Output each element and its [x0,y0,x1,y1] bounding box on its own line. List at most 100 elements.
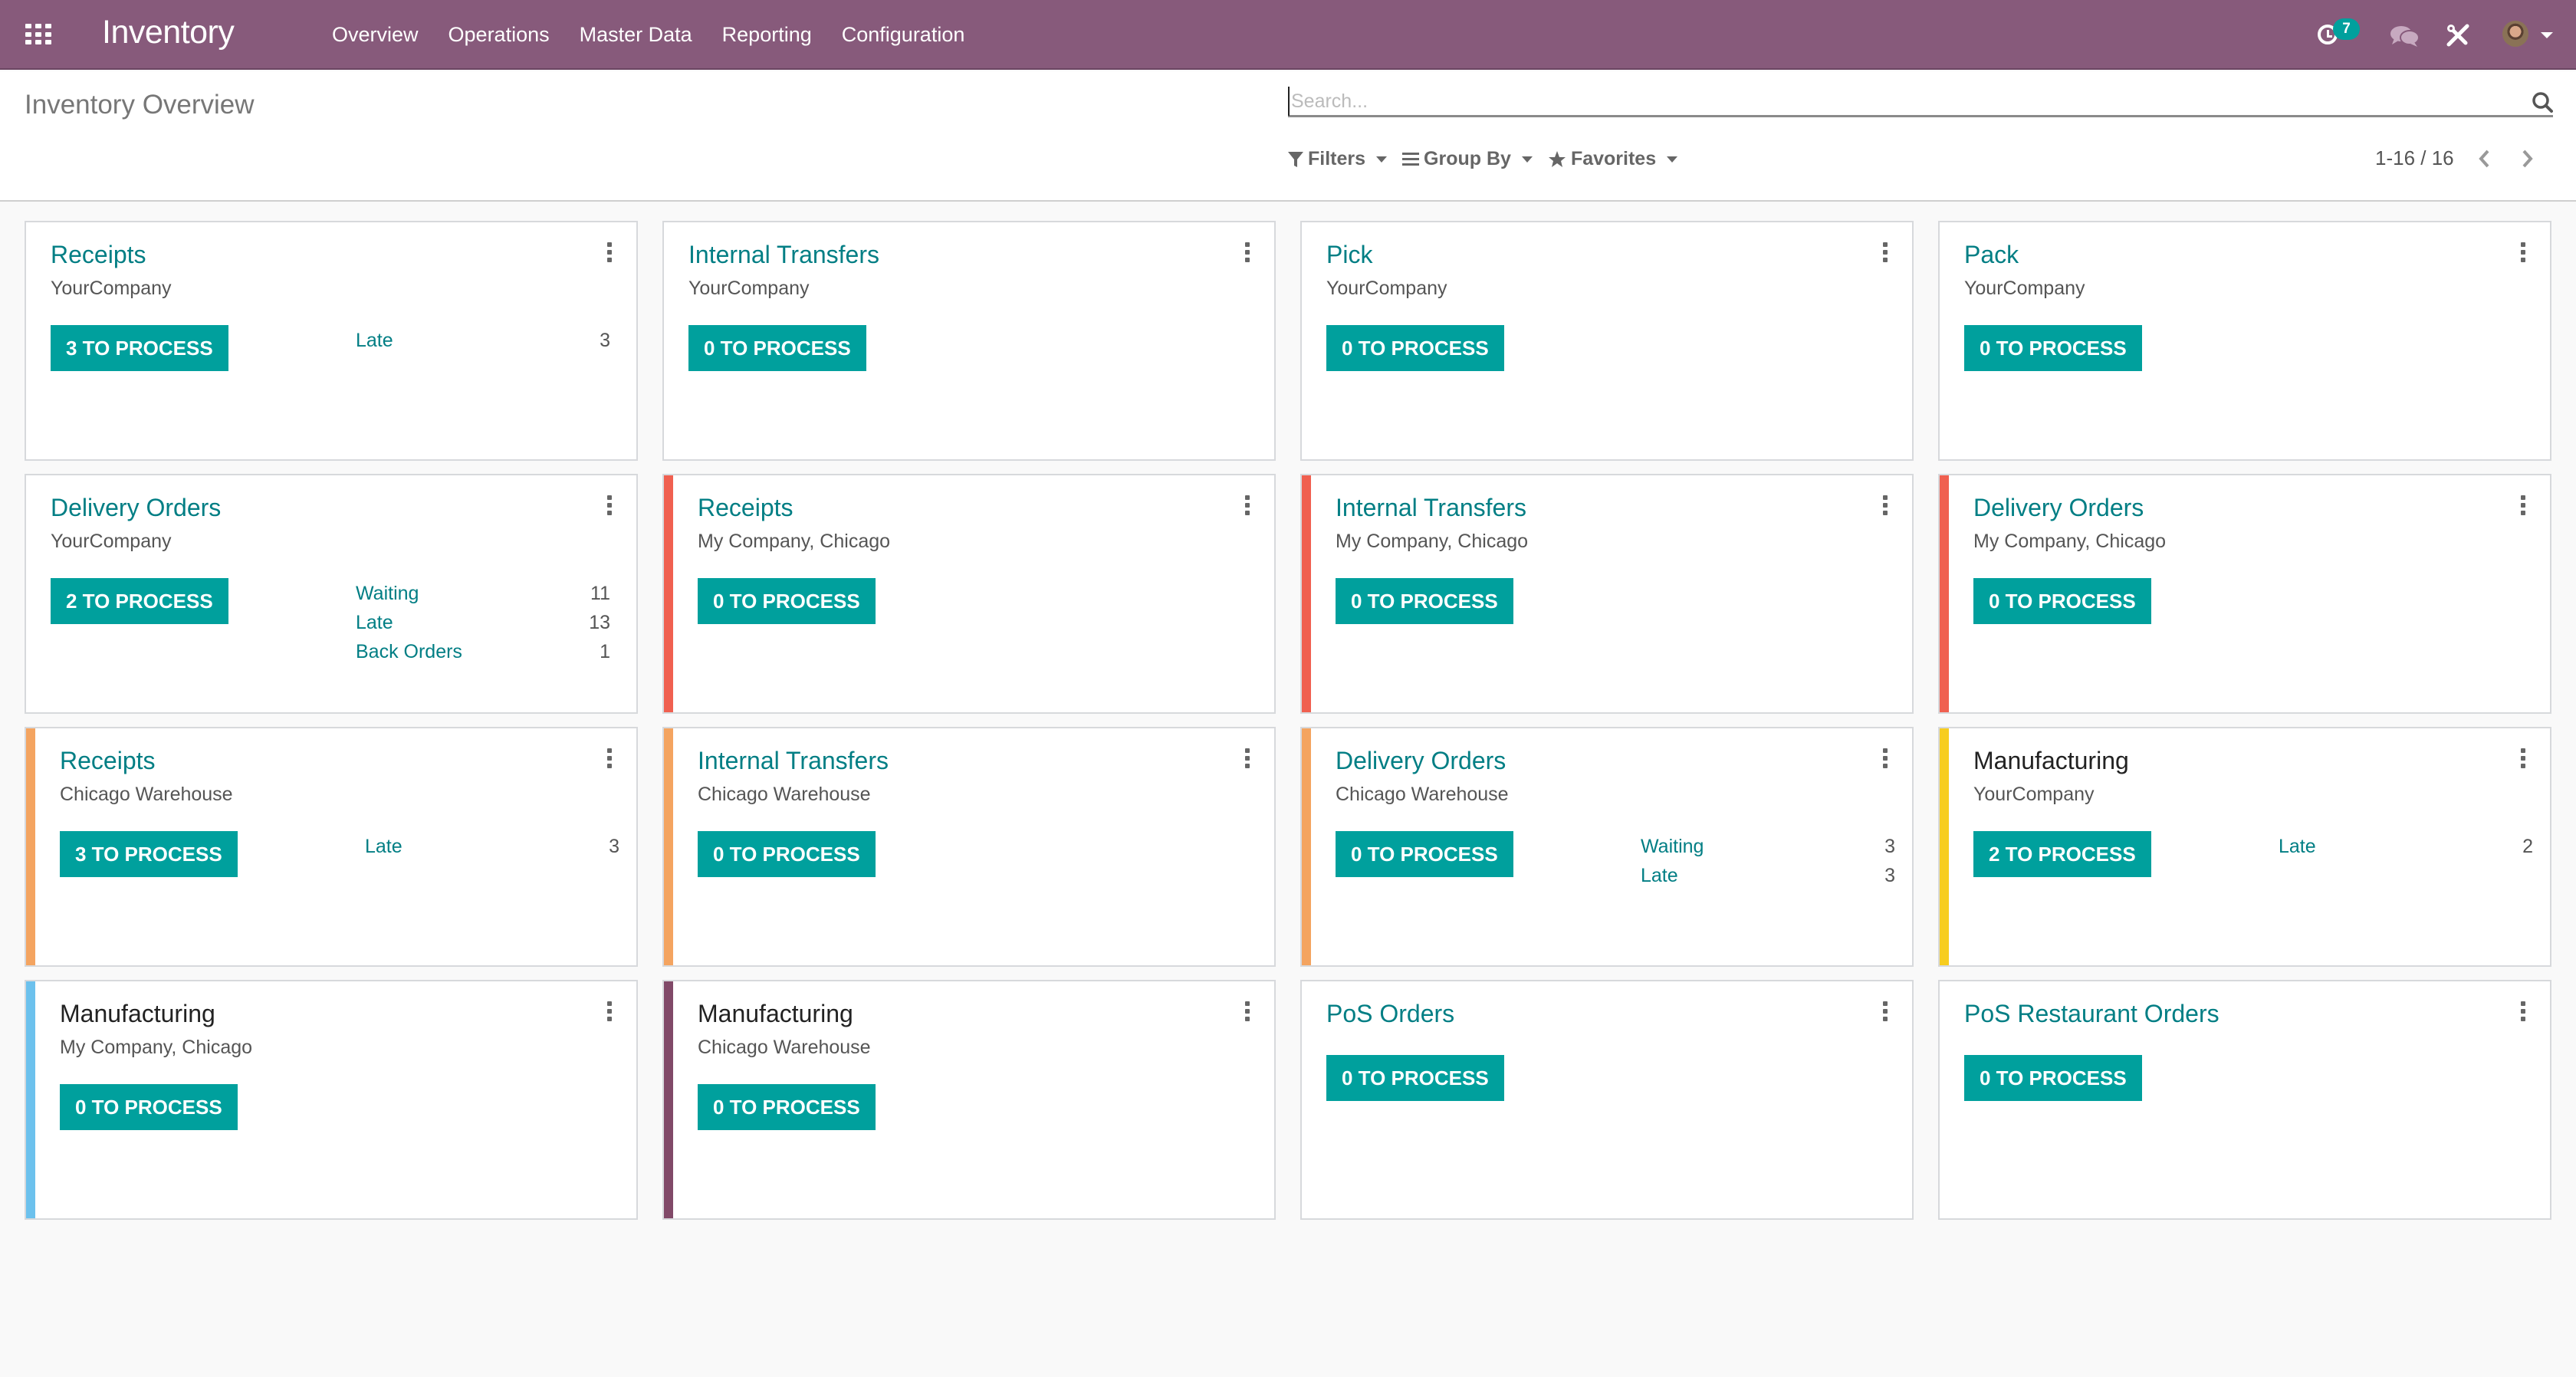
to-process-button[interactable]: 2 TO PROCESS [51,578,228,624]
pager-previous-icon[interactable] [2475,148,2495,169]
stat-label[interactable]: Waiting [1641,836,1704,858]
stat-label[interactable]: Late [356,612,393,634]
search-icon[interactable] [2532,91,2553,113]
card-menu-icon[interactable] [2518,241,2528,264]
search-input[interactable] [1288,87,2515,116]
card-title[interactable]: Delivery Orders [1973,494,2144,522]
card-menu-icon[interactable] [1880,1000,1891,1023]
card-title[interactable]: Internal Transfers [1336,494,1526,522]
stat-row[interactable]: Waiting 3 [1641,836,1895,865]
card-color-bar [1302,728,1311,965]
card-menu-icon[interactable] [604,747,615,770]
to-process-button[interactable]: 0 TO PROCESS [698,578,876,624]
stat-row[interactable]: Late 13 [356,612,610,641]
card-title[interactable]: PoS Restaurant Orders [1964,1000,2220,1028]
card-menu-icon[interactable] [604,494,615,517]
operation-card: Delivery Orders YourCompany 2 TO PROCESS W… [25,474,638,714]
groupby-dropdown[interactable]: Group By [1402,148,1533,170]
stat-label[interactable]: Late [356,330,393,352]
to-process-button[interactable]: 0 TO PROCESS [1973,578,2151,624]
card-color-bar [26,728,35,965]
card-menu-icon[interactable] [2518,747,2528,770]
card-menu-icon[interactable] [604,241,615,264]
menu-configuration[interactable]: Configuration [842,23,965,47]
pager-value[interactable]: 1-16 / 16 [2375,146,2454,170]
stat-label[interactable]: Waiting [356,583,419,605]
card-title[interactable]: Manufacturing [60,1000,215,1028]
top-navbar: Inventory Overview Operations Master Dat… [0,0,2576,70]
to-process-button[interactable]: 3 TO PROCESS [60,831,238,877]
card-menu-icon[interactable] [1242,494,1253,517]
card-title[interactable]: PoS Orders [1326,1000,1454,1028]
card-menu-icon[interactable] [1880,747,1891,770]
card-title[interactable]: Receipts [60,747,156,775]
favorites-dropdown[interactable]: Favorites [1548,148,1678,170]
card-subtitle: My Company, Chicago [60,1037,253,1058]
to-process-button[interactable]: 0 TO PROCESS [1326,1055,1504,1101]
card-menu-icon[interactable] [1242,1000,1253,1023]
menu-reporting[interactable]: Reporting [722,23,812,47]
stat-value: 3 [600,330,610,351]
card-menu-icon[interactable] [604,1000,615,1023]
stat-row[interactable]: Late 3 [365,836,619,865]
to-process-button[interactable]: 0 TO PROCESS [60,1084,238,1130]
stat-row[interactable]: Waiting 11 [356,583,610,612]
card-title[interactable]: Manufacturing [1973,747,2129,775]
apps-grid-icon[interactable] [25,24,51,45]
to-process-button[interactable]: 3 TO PROCESS [51,325,228,371]
card-menu-icon[interactable] [1880,241,1891,264]
card-stats: Waiting 11 Late 13 Back Orders 1 [356,583,610,670]
stat-value: 13 [589,612,610,633]
card-title[interactable]: Pack [1964,241,2019,269]
card-title[interactable]: Receipts [698,494,794,522]
to-process-button[interactable]: 0 TO PROCESS [1336,578,1513,624]
card-color-bar [664,728,673,965]
stat-label[interactable]: Late [365,836,402,858]
stat-value: 3 [1884,865,1895,886]
menu-master-data[interactable]: Master Data [580,23,692,47]
stat-row[interactable]: Late 3 [356,330,610,359]
card-menu-icon[interactable] [1242,747,1253,770]
menu-overview[interactable]: Overview [332,23,419,47]
to-process-button[interactable]: 2 TO PROCESS [1973,831,2151,877]
card-title[interactable]: Internal Transfers [688,241,879,269]
card-menu-icon[interactable] [2518,1000,2528,1023]
menu-operations[interactable]: Operations [449,23,550,47]
search-bar [1288,87,2553,117]
stat-label[interactable]: Late [1641,865,1678,887]
filters-dropdown[interactable]: Filters [1288,148,1388,170]
to-process-button[interactable]: 0 TO PROCESS [1326,325,1504,371]
stat-row[interactable]: Late 3 [1641,865,1895,894]
debug-tools-icon[interactable] [2446,23,2470,48]
card-menu-icon[interactable] [1880,494,1891,517]
to-process-button[interactable]: 0 TO PROCESS [688,325,866,371]
to-process-button[interactable]: 0 TO PROCESS [698,1084,876,1130]
card-title[interactable]: Manufacturing [698,1000,853,1028]
to-process-button[interactable]: 0 TO PROCESS [698,831,876,877]
card-menu-icon[interactable] [1242,241,1253,264]
pager-next-icon[interactable] [2517,148,2537,169]
card-title[interactable]: Pick [1326,241,1372,269]
card-stats: Waiting 3 Late 3 [1641,836,1895,894]
card-menu-icon[interactable] [2518,494,2528,517]
card-color-bar [1302,475,1311,712]
user-avatar[interactable] [2502,21,2528,47]
card-title[interactable]: Delivery Orders [51,494,221,522]
star-icon [1548,150,1566,167]
to-process-button[interactable]: 0 TO PROCESS [1964,1055,2142,1101]
app-title[interactable]: Inventory [102,14,235,51]
to-process-button[interactable]: 0 TO PROCESS [1336,831,1513,877]
stat-row[interactable]: Late 2 [2279,836,2533,865]
operation-card: Manufacturing YourCompany 2 TO PROCESS Lat… [1938,727,2551,967]
activity-count-badge: 7 [2333,18,2360,40]
stat-label[interactable]: Back Orders [356,641,462,663]
operation-card: Delivery Orders My Company, Chicago 0 TO P… [1938,474,2551,714]
card-title[interactable]: Receipts [51,241,146,269]
stat-label[interactable]: Late [2279,836,2316,858]
card-title[interactable]: Internal Transfers [698,747,889,775]
card-title[interactable]: Delivery Orders [1336,747,1506,775]
to-process-button[interactable]: 0 TO PROCESS [1964,325,2142,371]
chat-icon[interactable] [2390,25,2420,47]
stat-row[interactable]: Back Orders 1 [356,641,610,670]
user-menu-caret-icon[interactable] [2541,32,2553,38]
